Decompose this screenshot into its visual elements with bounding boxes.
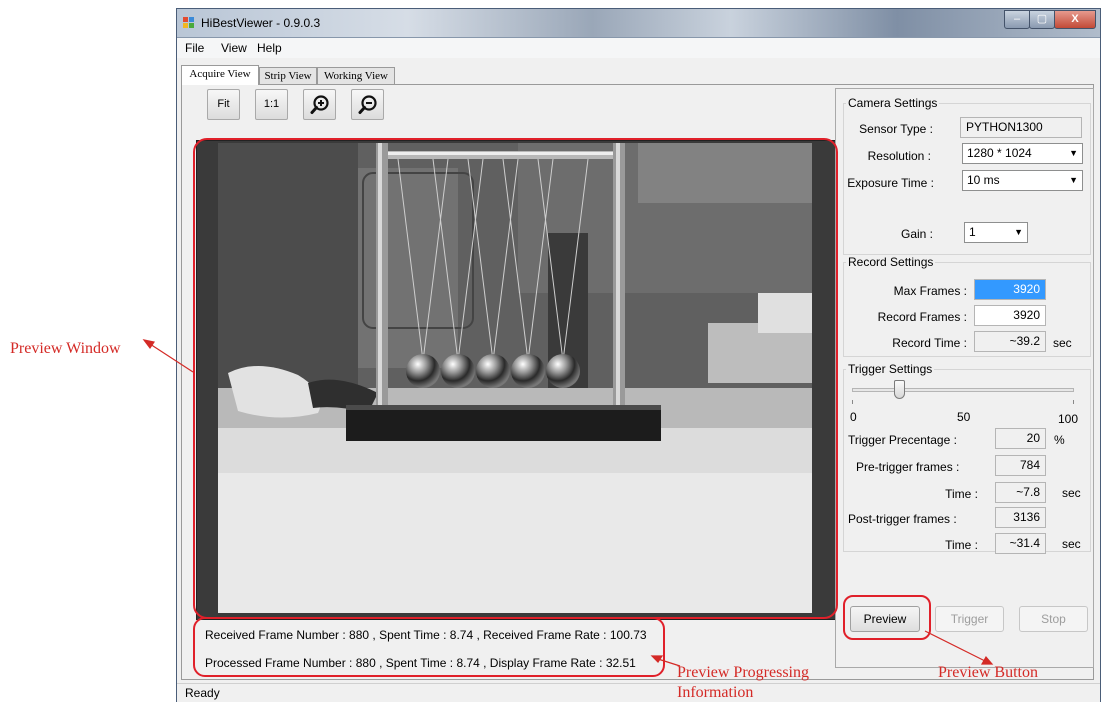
annotation-arrows (142, 339, 994, 667)
tab-acquire-view[interactable]: Acquire View (181, 65, 259, 85)
